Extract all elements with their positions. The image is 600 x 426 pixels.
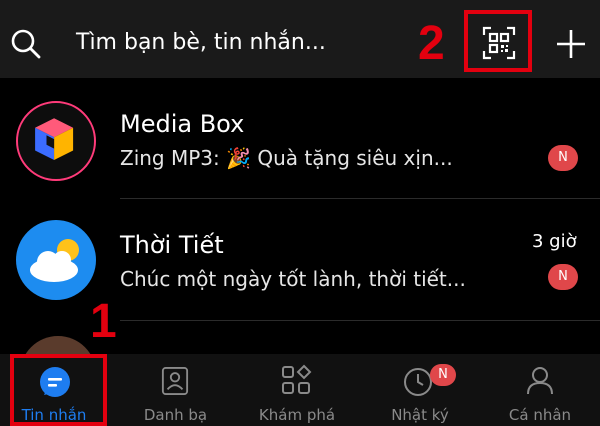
- annotation-number-2: 2: [418, 17, 445, 70]
- media-box-avatar: [16, 101, 96, 181]
- chat-time: 3 giờ: [532, 231, 577, 252]
- tab-label: Nhật ký: [391, 406, 449, 424]
- search-input[interactable]: Tìm bạn bè, tin nhắn...: [76, 30, 326, 55]
- nhat-ky-badge: N: [430, 364, 456, 386]
- new-badge: N: [548, 264, 578, 290]
- chat-item-media-box[interactable]: Media Box Zing MP3: 🎉 Quà tặng siêu xịn.…: [0, 78, 600, 198]
- tab-nhat-ky[interactable]: N Nhật ký: [360, 354, 480, 426]
- discover-icon: [282, 364, 312, 394]
- tab-label: Cá nhân: [508, 406, 572, 424]
- person-icon: [527, 367, 553, 395]
- chat-preview: Zing MP3: 🎉 Quà tặng siêu xịn...: [120, 146, 453, 170]
- tab-label: Danh bạ: [143, 406, 208, 424]
- annotation-number-1: 1: [90, 295, 117, 348]
- tab-danh-ba[interactable]: Danh bạ: [117, 354, 234, 426]
- weather-logo: [30, 239, 79, 282]
- new-badge: N: [548, 145, 578, 171]
- clock-icon: [404, 368, 432, 396]
- qr-code-icon[interactable]: [482, 26, 516, 60]
- chat-name: Thời Tiết: [120, 231, 224, 259]
- chat-preview: Chúc một ngày tốt lành, thời tiết...: [120, 267, 466, 291]
- plus-icon[interactable]: [554, 27, 588, 61]
- chat-name: Media Box: [120, 110, 245, 138]
- weather-avatar: [16, 220, 96, 300]
- tab-kham-pha[interactable]: Khám phá: [234, 354, 360, 426]
- tab-label: Khám phá: [258, 406, 336, 424]
- contacts-icon: [161, 367, 189, 395]
- search-icon[interactable]: [10, 28, 42, 60]
- tab-ca-nhan[interactable]: Cá nhân: [480, 354, 600, 426]
- divider: [120, 320, 600, 321]
- media-box-logo: [35, 118, 74, 160]
- tab-highlight-box: [10, 354, 107, 426]
